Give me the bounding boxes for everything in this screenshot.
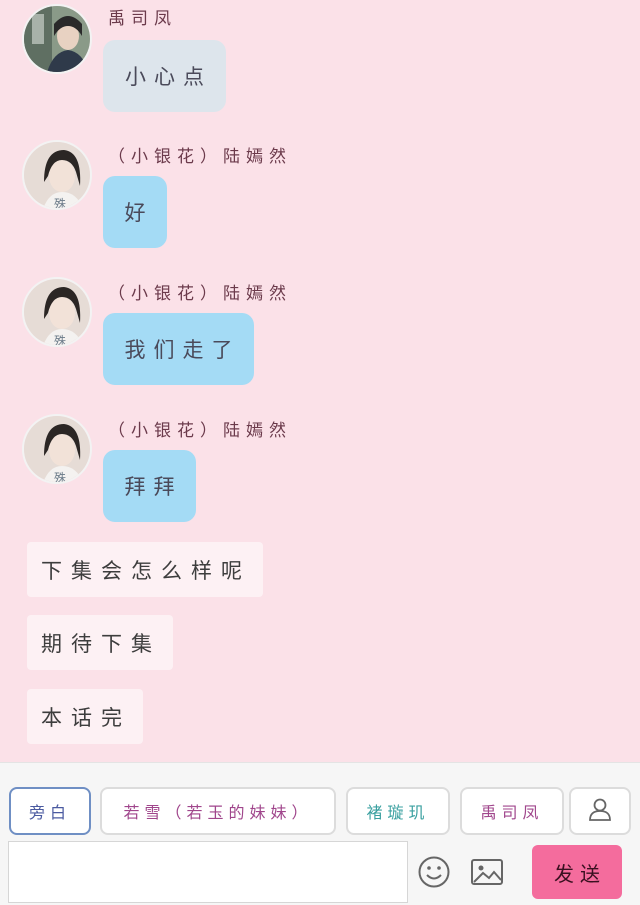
message-bubble: 好 <box>103 176 167 248</box>
narration-line: 本话完 <box>27 689 143 744</box>
role-chip-yusifeng[interactable]: 禹司凤 <box>460 787 564 835</box>
sender-name: （小银花）陆嫣然 <box>108 421 292 441</box>
sender-name: （小银花）陆嫣然 <box>108 147 292 167</box>
narration-line: 期待下集 <box>27 615 173 670</box>
avatar[interactable]: 殊 <box>22 140 92 210</box>
input-bar: 旁白 若雪（若玉的妹妹） 褚璇玑 禹司凤 发送 <box>0 762 640 905</box>
message-bubble: 拜拜 <box>103 450 196 522</box>
avatar[interactable]: 殊 <box>22 414 92 484</box>
add-role-button[interactable] <box>569 787 631 835</box>
sender-name: 禹司凤 <box>108 9 177 29</box>
avatar[interactable]: 殊 <box>22 277 92 347</box>
avatar[interactable] <box>22 4 92 74</box>
image-icon[interactable] <box>470 855 504 889</box>
role-chip-narrator[interactable]: 旁白 <box>9 787 91 835</box>
message-bubble: 小心点 <box>103 40 226 112</box>
emoji-icon[interactable] <box>417 855 451 889</box>
message-input[interactable] <box>8 841 408 903</box>
svg-text:殊: 殊 <box>54 333 66 347</box>
send-button[interactable]: 发送 <box>532 845 622 899</box>
role-chip-chuxuanji[interactable]: 褚璇玑 <box>346 787 450 835</box>
role-chip-ruoxue[interactable]: 若雪（若玉的妹妹） <box>100 787 336 835</box>
svg-text:殊: 殊 <box>54 196 66 210</box>
narration-line: 下集会怎么样呢 <box>27 542 263 597</box>
message-bubble: 我们走了 <box>103 313 254 385</box>
chat-area: 禹司凤 小心点 殊 （小银花）陆嫣然 好 殊 （小银花）陆嫣然 我们走了 殊 （… <box>0 0 640 762</box>
svg-text:殊: 殊 <box>54 470 66 484</box>
sender-name: （小银花）陆嫣然 <box>108 284 292 304</box>
user-icon <box>587 796 613 826</box>
